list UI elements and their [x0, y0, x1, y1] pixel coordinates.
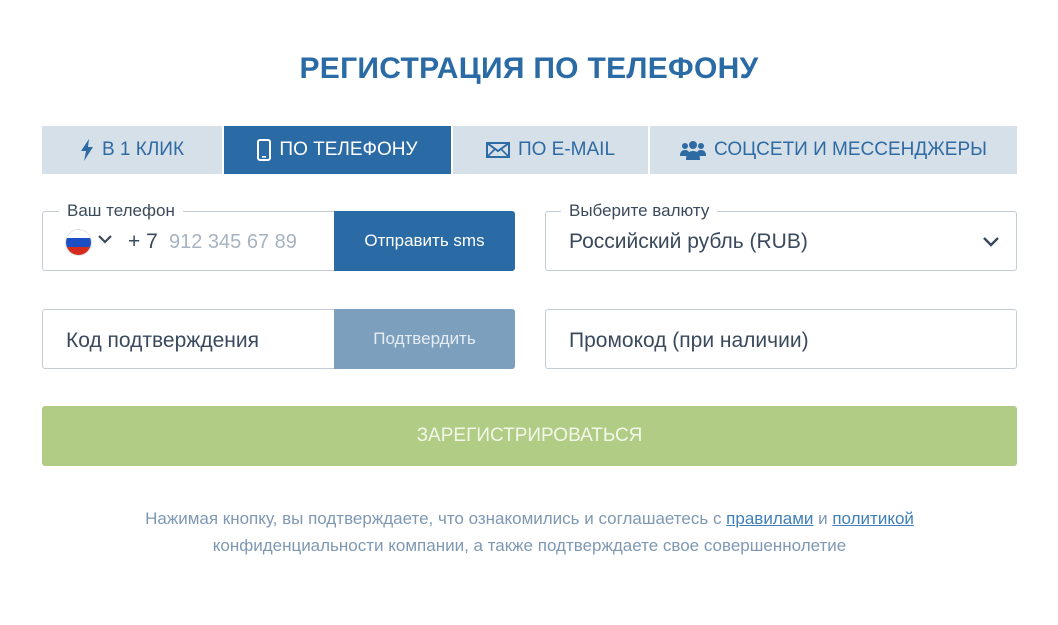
tab-email-label: ПО E-MAIL — [517, 139, 616, 160]
phone-field: Ваш телефон + 7 Отправить sms — [42, 201, 515, 271]
chevron-down-icon[interactable] — [982, 234, 1000, 253]
currency-selected-value: Российский рубль (RUB) — [569, 230, 808, 253]
terms-after: конфиденциальности компании, а также под… — [212, 536, 847, 555]
confirm-button[interactable]: Подтвердить — [334, 309, 515, 369]
russia-flag-icon[interactable] — [66, 230, 91, 255]
promo-code-field[interactable]: Промокод (при наличии) — [545, 309, 1017, 369]
terms-text: Нажимая кнопку, вы подтверждаете, что оз… — [42, 505, 1017, 559]
phone-prefix: + 7 — [128, 230, 158, 253]
page-title: РЕГИСТРАЦИЯ ПО ТЕЛЕФОНУ — [299, 52, 759, 85]
currency-select[interactable]: Выберите валюту Российский рубль (RUB) — [545, 201, 1017, 271]
phone-icon — [257, 139, 272, 161]
tab-phone[interactable]: ПО ТЕЛЕФОНУ — [224, 126, 453, 174]
tab-one-click-label: В 1 КЛИК — [101, 139, 185, 160]
tab-phone-label: ПО ТЕЛЕФОНУ — [279, 139, 418, 160]
promo-code-label: Промокод (при наличии) — [569, 329, 809, 352]
tab-social[interactable]: СОЦСЕТИ И МЕССЕНДЖЕРЫ — [650, 126, 1017, 174]
country-chevron-down-icon[interactable] — [97, 232, 113, 250]
currency-legend: Выберите валюту — [561, 201, 718, 221]
phone-input[interactable] — [169, 226, 329, 258]
tab-email[interactable]: ПО E-MAIL — [453, 126, 650, 174]
send-sms-button[interactable]: Отправить sms — [334, 211, 515, 271]
policy-link[interactable]: политикой — [832, 509, 914, 528]
lightning-icon — [80, 139, 94, 161]
registration-tabs: В 1 КЛИК ПО ТЕЛЕФОНУ ПО E-MAIL СОЦСЕТИ И… — [42, 126, 1017, 174]
confirmation-code-label: Код подтверждения — [66, 329, 259, 352]
rules-link[interactable]: правилами — [726, 509, 813, 528]
envelope-icon — [485, 142, 510, 158]
terms-before: Нажимая кнопку, вы подтверждаете, что оз… — [145, 509, 727, 528]
register-button[interactable]: ЗАРЕГИСТРИРОВАТЬСЯ — [42, 406, 1017, 466]
tab-social-label: СОЦСЕТИ И МЕССЕНДЖЕРЫ — [714, 139, 987, 160]
tab-one-click[interactable]: В 1 КЛИК — [42, 126, 224, 174]
terms-and: и — [813, 509, 833, 528]
users-icon — [680, 140, 707, 160]
confirmation-code-field[interactable]: Код подтверждения Подтвердить — [42, 309, 515, 369]
phone-legend: Ваш телефон — [59, 201, 183, 221]
